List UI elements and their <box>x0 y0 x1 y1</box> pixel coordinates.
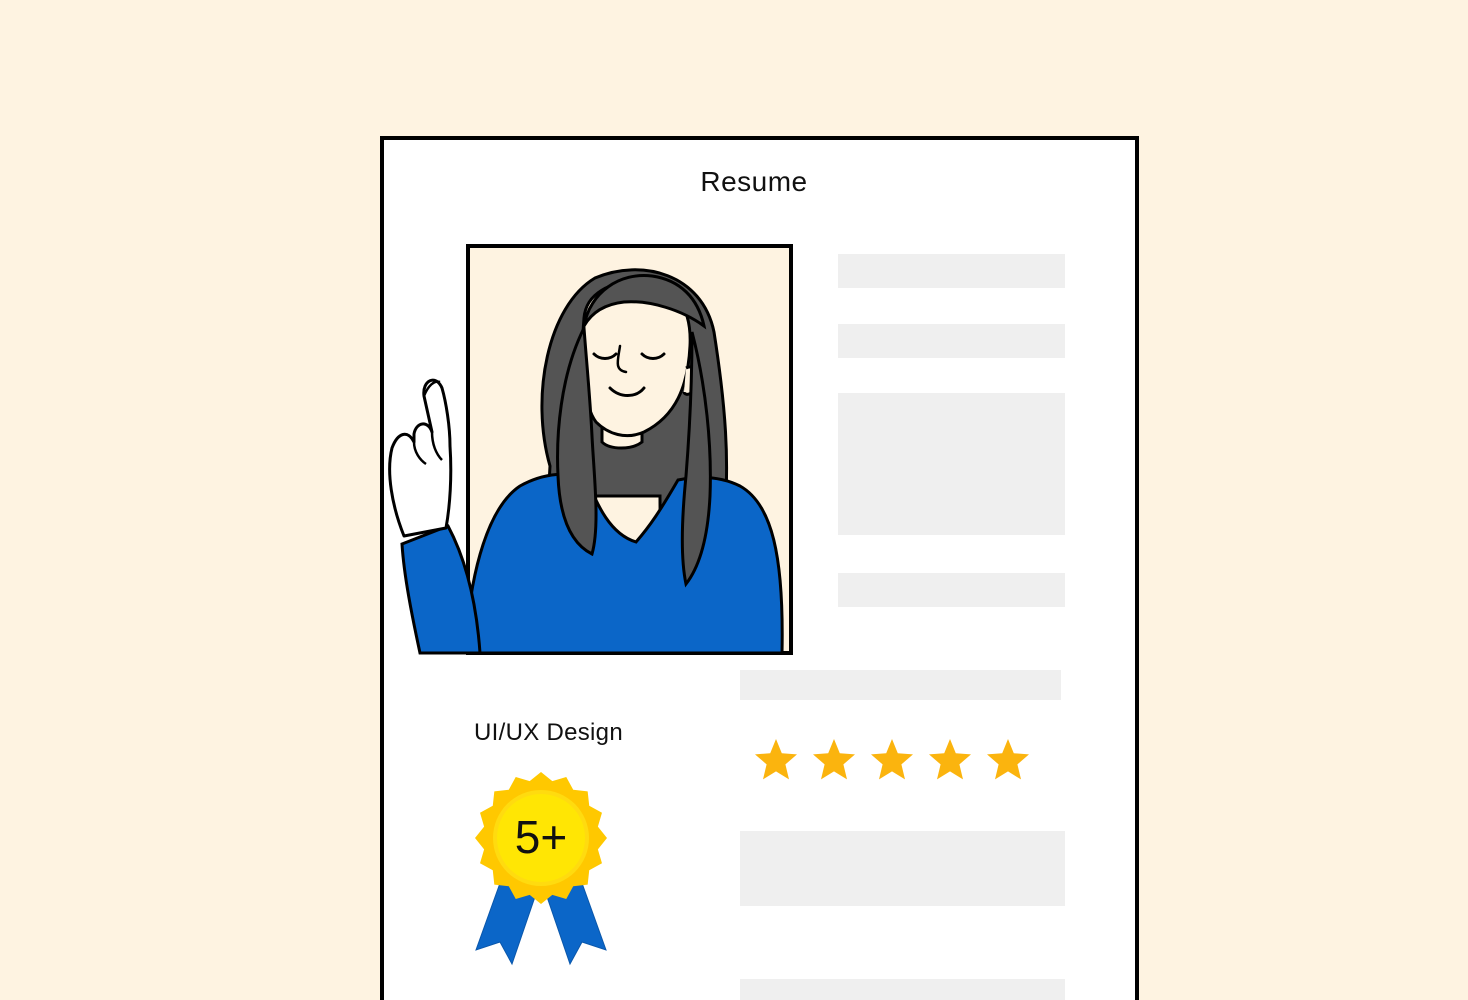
placeholder-block-2 <box>740 831 1065 906</box>
placeholder-line-4 <box>740 670 1061 700</box>
placeholder-line-2 <box>838 324 1065 358</box>
star-icon <box>755 739 797 780</box>
placeholder-line-1 <box>838 254 1065 288</box>
star-icon <box>813 739 855 780</box>
placeholder-line-5 <box>740 979 1065 1000</box>
illustration-canvas: Resume UI/UX Design 5+ <box>0 0 1468 1000</box>
portrait-illustration <box>388 244 793 655</box>
placeholder-block-1 <box>838 393 1065 535</box>
resume-title: Resume <box>700 166 808 197</box>
star-icon <box>871 739 913 780</box>
experience-badge-text: 5+ <box>514 811 568 863</box>
placeholder-line-3 <box>838 573 1065 607</box>
star-icon <box>987 739 1029 780</box>
award-ribbon-icon: 5+ <box>468 772 614 973</box>
skill-label: UI/UX Design <box>474 719 623 746</box>
star-rating <box>752 736 1032 784</box>
star-icon <box>929 739 971 780</box>
